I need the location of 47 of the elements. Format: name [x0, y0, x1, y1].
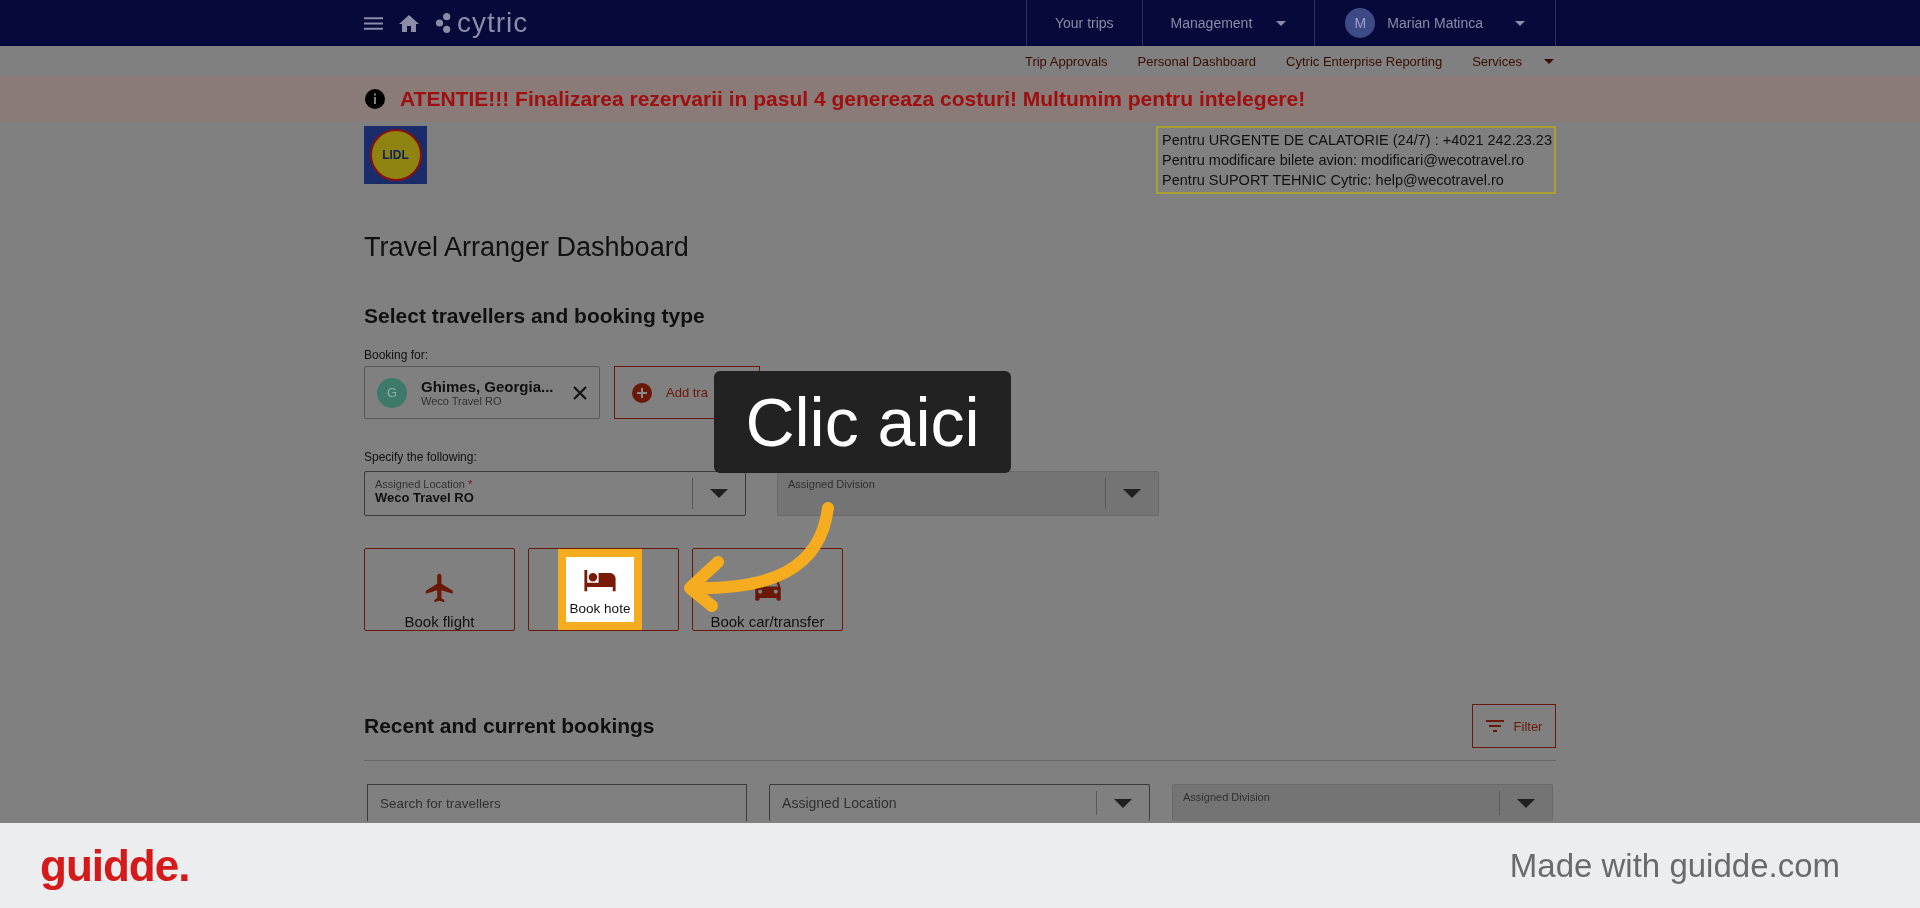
book-flight-button[interactable]: Book flight	[364, 548, 515, 631]
contact-line: Pentru modificare bilete avion: modificari@wecotravel.ro	[1162, 151, 1526, 170]
alert-text: ATENTIE!!! Finalizarea rezervarii in pasul 4 genereaza costuri! Multumim pentru intelegere!	[400, 87, 1306, 111]
avatar: G	[377, 377, 407, 408]
menu-icon	[364, 16, 383, 30]
caret-icon	[1515, 20, 1525, 26]
field-label: Assigned Division	[1183, 791, 1271, 803]
brand-logo: guidde.	[40, 840, 190, 891]
field-label: Assigned Division	[788, 478, 876, 490]
caret-icon	[1114, 798, 1133, 808]
book-car-button[interactable]: Book car/transfer	[692, 548, 843, 631]
filter-icon	[1485, 720, 1504, 732]
remove-button[interactable]	[573, 385, 587, 400]
section-heading: Recent and current bookings	[364, 714, 655, 738]
credit-text: Made with guidde.com	[1509, 846, 1840, 885]
caret-icon	[710, 489, 728, 498]
select-field[interactable]: Assigned Location	[769, 784, 1151, 821]
info-icon	[365, 89, 385, 109]
book-hotel-button[interactable]: Book hote	[528, 548, 679, 631]
contact-line: Pentru SUPORT TEHNIC Cytric: help@wecotravel.ro	[1162, 171, 1505, 190]
company-logo: LIDL	[364, 126, 427, 184]
filter-button[interactable]: Filter	[1472, 704, 1556, 748]
field-label: Specify the following:	[364, 450, 478, 464]
dots-logo-icon	[435, 11, 453, 35]
callout-tooltip: Clic aici	[714, 371, 1011, 473]
section-heading: Select travellers and booking type	[364, 304, 706, 328]
traveller-company: Weco Travel RO	[421, 395, 503, 407]
brand-name: cytric	[457, 7, 529, 39]
field-label: Assigned Location *	[375, 478, 474, 490]
search-field[interactable]: Search for travellers	[367, 784, 748, 821]
plus-circle-icon	[632, 382, 652, 403]
select-field[interactable]: Assigned Location * Weco Travel RO	[364, 471, 746, 516]
nav-link[interactable]: Trip Approvals	[1024, 53, 1108, 69]
avatar: M	[1345, 8, 1376, 38]
traveller-name: Ghimes, Georgia...	[421, 378, 555, 395]
caret-icon	[1123, 489, 1141, 498]
nav-link[interactable]: Personal Dashboard	[1137, 53, 1257, 69]
nav-link[interactable]: Services	[1472, 53, 1554, 69]
field-value: Weco Travel RO	[375, 490, 475, 505]
contact-line: Pentru URGENTE DE CALATORIE (24/7) : +4021 242.23.23	[1162, 131, 1552, 150]
close-icon	[573, 385, 587, 400]
home-icon	[399, 14, 419, 32]
field-label: Booking for:	[364, 348, 430, 362]
nav-link[interactable]: Cytric Enterprise Reporting	[1286, 53, 1443, 69]
caret-icon	[1517, 798, 1535, 808]
page-title: Travel Arranger Dashboard	[364, 232, 690, 263]
button-label: Book hote	[569, 601, 631, 616]
